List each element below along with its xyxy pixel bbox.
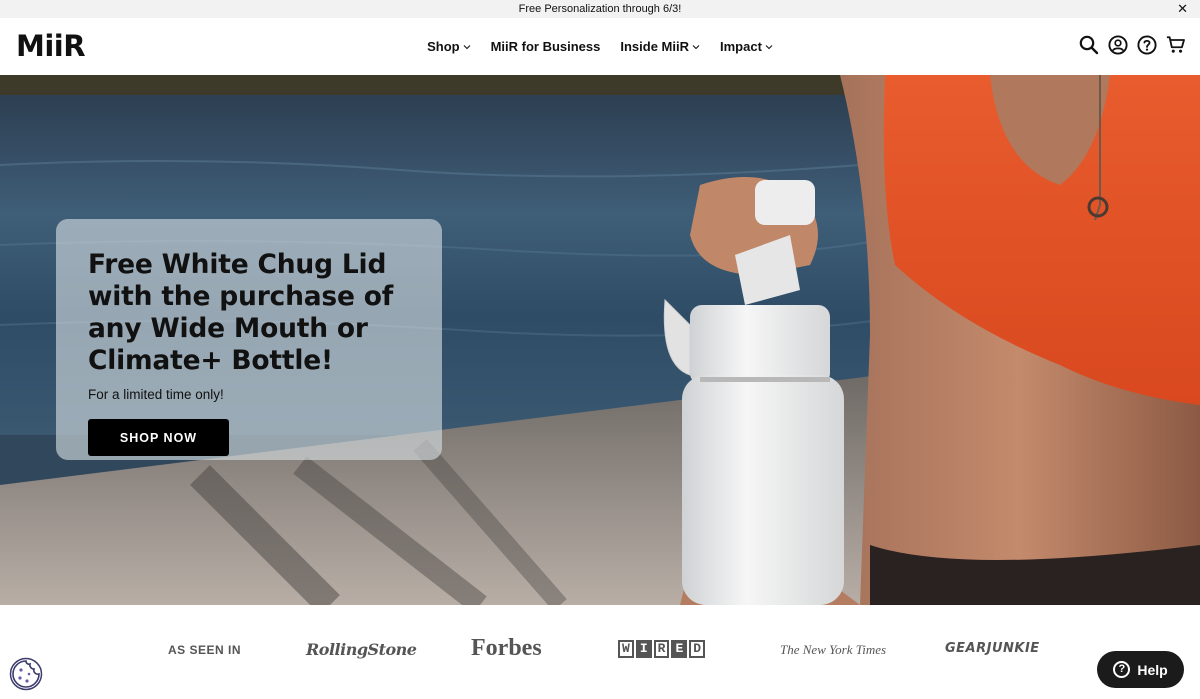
promo-card: Free White Chug Lid with the purchase of… — [56, 219, 442, 460]
help-label: Help — [1137, 661, 1168, 678]
nav-shop[interactable]: Shop — [427, 39, 471, 54]
help-button[interactable]: ? Help — [1097, 651, 1184, 688]
promo-headline: Free White Chug Lid with the purchase of… — [88, 249, 394, 376]
wired-letter: D — [689, 640, 706, 658]
miir-logo[interactable]: MiiR — [16, 31, 86, 61]
promo-subtext: For a limited time only! — [88, 387, 224, 402]
nav-miir-for-business[interactable]: MiiR for Business — [491, 39, 601, 54]
chevron-down-icon — [463, 44, 470, 49]
wired-letter: E — [671, 640, 688, 658]
help-circle-icon: ? — [1113, 661, 1131, 678]
header-icons — [1079, 34, 1186, 56]
help-circle-icon[interactable] — [1137, 34, 1157, 56]
chevron-down-icon — [765, 44, 773, 49]
nav-inside-label: Inside MiiR — [620, 39, 689, 54]
close-icon[interactable]: ✕ — [1177, 1, 1188, 17]
announcement-text: Free Personalization through 6/3! — [518, 3, 682, 15]
nav-impact-label: Impact — [720, 39, 762, 54]
nav-impact[interactable]: Impact — [720, 39, 773, 54]
search-icon[interactable] — [1079, 34, 1099, 56]
nav-inside-miir[interactable]: Inside MiiR — [620, 39, 700, 54]
wired-letter: W — [618, 640, 634, 658]
as-seen-in-label: AS SEEN IN — [168, 643, 242, 657]
cart-icon[interactable] — [1166, 34, 1186, 56]
announcement-bar: Free Personalization through 6/3! ✕ — [0, 0, 1200, 18]
wired-letter: R — [653, 640, 670, 658]
account-icon[interactable] — [1108, 34, 1128, 56]
hero-banner: Free White Chug Lid with the purchase of… — [0, 75, 1200, 605]
cookie-icon[interactable] — [9, 657, 43, 691]
site-header: MiiR Shop MiiR for Business Inside MiiR … — [0, 18, 1200, 75]
forbes-logo: Forbes — [471, 635, 542, 661]
press-bar: AS SEEN IN RollingStone Forbes W I R E D… — [0, 605, 1200, 699]
wired-letter: I — [635, 640, 652, 658]
chevron-down-icon — [692, 44, 700, 49]
wired-logo: W I R E D — [618, 640, 706, 658]
nav-shop-label: Shop — [427, 39, 460, 54]
rolling-stone-logo: RollingStone — [306, 640, 417, 659]
nav-business-label: MiiR for Business — [490, 39, 601, 54]
nyt-logo: The New York Times — [780, 642, 887, 657]
gearjunkie-logo: GEARJUNKIE — [945, 641, 1040, 656]
main-nav: Shop MiiR for Business Inside MiiR Impac… — [0, 18, 1200, 75]
shop-now-button[interactable]: SHOP NOW — [88, 419, 229, 456]
